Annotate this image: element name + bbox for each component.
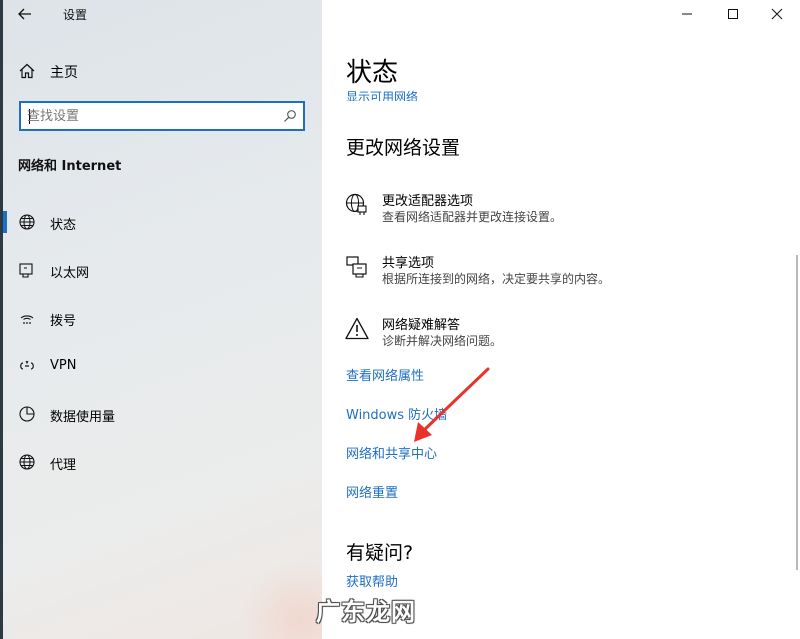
section-title: 网络和 Internet <box>18 159 122 174</box>
help-heading: 有疑问? <box>346 542 414 564</box>
close-button[interactable] <box>754 0 800 28</box>
maximize-button[interactable] <box>710 0 756 28</box>
title-bar: 设置 <box>0 0 322 28</box>
network-reset-link[interactable]: 网络重置 <box>346 482 398 501</box>
scrollbar[interactable] <box>796 255 798 570</box>
sharing-icon <box>346 256 367 278</box>
search-input[interactable] <box>27 107 277 125</box>
ethernet-icon <box>19 263 33 278</box>
watermark-logo: 广东龙网 <box>316 598 416 626</box>
globe-icon <box>19 214 35 230</box>
sidebar-item-status[interactable]: 状态 <box>0 202 322 242</box>
change-adapter-options[interactable]: 更改适配器选项 查看网络适配器并更改连接设置。 <box>342 192 762 232</box>
sidebar-item-dialup[interactable]: 拨号 <box>0 298 322 338</box>
vpn-icon <box>20 360 34 370</box>
windows-firewall-link[interactable]: Windows 防火墙 <box>346 404 447 423</box>
active-indicator <box>3 211 7 233</box>
sidebar-item-label: 数据使用量 <box>50 410 116 425</box>
minimize-button[interactable] <box>664 0 710 28</box>
globe-icon <box>19 454 35 470</box>
option-title: 共享选项 <box>382 256 435 271</box>
maximize-icon <box>728 9 738 19</box>
data-usage-icon <box>19 406 35 422</box>
home-label: 主页 <box>50 65 78 81</box>
back-button[interactable] <box>14 3 36 25</box>
close-icon <box>771 8 783 20</box>
back-arrow-icon <box>18 8 31 20</box>
page-title: 状态 <box>346 58 399 88</box>
app-title: 设置 <box>63 8 88 22</box>
adapter-icon <box>345 193 367 215</box>
dialup-icon <box>20 315 34 324</box>
sidebar-item-label: 以太网 <box>50 266 90 281</box>
sharing-options[interactable]: 共享选项 根据所连接到的网络，决定要共享的内容。 <box>342 254 762 294</box>
view-network-properties-link[interactable]: 查看网络属性 <box>346 365 424 384</box>
sidebar-item-proxy[interactable]: 代理 <box>0 442 322 482</box>
change-network-settings-heading: 更改网络设置 <box>346 137 461 159</box>
sidebar-item-label: 拨号 <box>50 314 77 329</box>
network-sharing-center-link[interactable]: 网络和共享中心 <box>346 443 437 462</box>
sidebar-item-data-usage[interactable]: 数据使用量 <box>0 394 322 434</box>
settings-sidebar: 设置 主页 网络和 Internet 状态 以太网 <box>0 0 322 639</box>
sidebar-item-ethernet[interactable]: 以太网 <box>0 250 322 290</box>
sidebar-item-label: VPN <box>50 358 77 373</box>
home-icon <box>19 63 35 79</box>
content-pane: 状态 显示可用网络 更改网络设置 更改适配器选项 查看网络适配器并更改连接设置。… <box>322 0 800 639</box>
minimize-icon <box>682 13 692 15</box>
search-box[interactable] <box>19 101 305 131</box>
network-troubleshooter[interactable]: 网络疑难解答 诊断并解决网络问题。 <box>342 316 762 356</box>
option-title: 更改适配器选项 <box>382 194 474 209</box>
search-icon[interactable] <box>283 109 297 123</box>
option-description: 查看网络适配器并更改连接设置。 <box>382 210 563 224</box>
sidebar-item-vpn[interactable]: VPN <box>0 346 322 386</box>
sidebar-item-label: 状态 <box>50 218 77 233</box>
show-available-networks-link[interactable]: 显示可用网络 <box>346 90 418 101</box>
option-description: 诊断并解决网络问题。 <box>382 334 503 348</box>
sidebar-item-label: 代理 <box>50 458 77 473</box>
option-title: 网络疑难解答 <box>382 318 461 333</box>
home-nav-item[interactable]: 主页 <box>16 58 306 84</box>
warning-icon <box>345 317 369 340</box>
option-description: 根据所连接到的网络，决定要共享的内容。 <box>382 272 611 286</box>
get-help-link[interactable]: 获取帮助 <box>346 571 398 590</box>
